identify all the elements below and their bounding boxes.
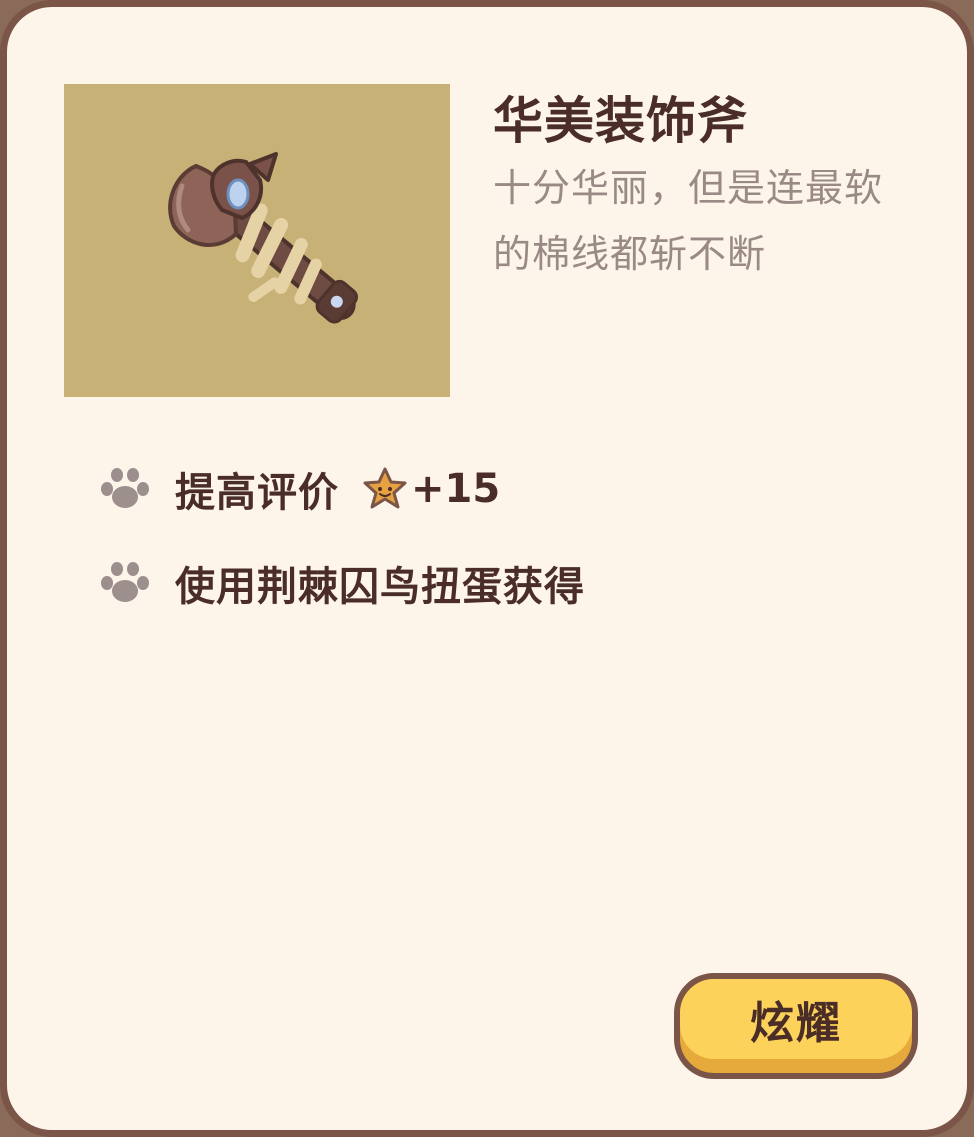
paw-icon bbox=[101, 562, 149, 602]
show-off-button-face[interactable]: 炫耀 bbox=[680, 979, 912, 1059]
attribute-label: 提高评价 bbox=[175, 470, 339, 516]
item-name: 华美装饰斧 bbox=[493, 92, 748, 150]
decorative-axe-icon bbox=[168, 152, 358, 324]
paw-icon bbox=[101, 468, 149, 508]
item-detail-card: 华美装饰斧 十分华丽，但是连最软的棉线都斩不断 提高评价 +15 使用荆棘囚鸟扭… bbox=[0, 0, 974, 1137]
attribute-rating: 提高评价 +15 bbox=[97, 459, 500, 519]
item-image bbox=[64, 84, 450, 397]
show-off-button-label: 炫耀 bbox=[750, 998, 842, 1049]
show-off-button[interactable]: 炫耀 bbox=[674, 973, 918, 1079]
item-description: 十分华丽，但是连最软的棉线都斩不断 bbox=[493, 166, 884, 276]
star-icon bbox=[363, 467, 407, 509]
attribute-source: 使用荆棘囚鸟扭蛋获得 bbox=[97, 553, 585, 613]
attribute-label: 使用荆棘囚鸟扭蛋获得 bbox=[175, 564, 585, 610]
rating-bonus: +15 bbox=[411, 466, 501, 512]
